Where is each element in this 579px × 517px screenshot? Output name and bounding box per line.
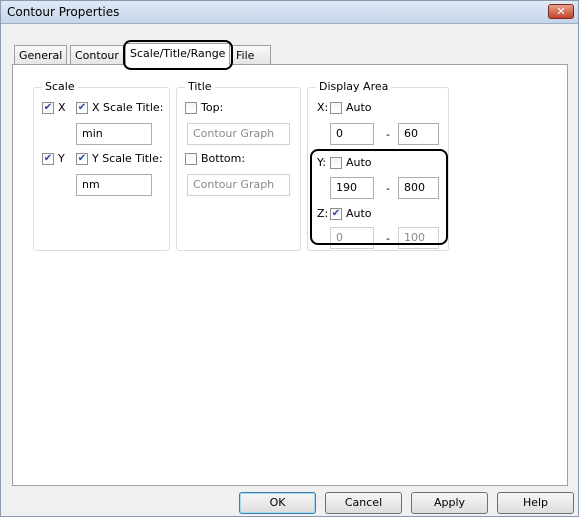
x-auto-checkbox[interactable] <box>330 102 342 114</box>
tab-scale-title-range[interactable]: Scale/Title/Range <box>125 43 230 65</box>
y-scale-title-checkbox[interactable]: ✔ <box>76 153 88 165</box>
bottom-title-label: Bottom: <box>201 152 246 165</box>
close-button[interactable]: ✕ <box>548 4 574 19</box>
scale-group: Scale ✔ X ✔ X Scale Title: min ✔ Y ✔ Y S… <box>33 80 170 251</box>
x-scale-title-checkbox[interactable]: ✔ <box>76 102 88 114</box>
y-scale-title-label: Y Scale Title: <box>92 152 163 165</box>
y-max-input[interactable]: 800 <box>398 177 439 199</box>
x-scale-title-label: X Scale Title: <box>92 101 164 114</box>
z-auto-label: Auto <box>346 207 372 220</box>
title-bar: Contour Properties ✕ <box>1 1 578 24</box>
tab-general[interactable]: General <box>14 45 68 65</box>
y-checkbox[interactable]: ✔ <box>42 153 54 165</box>
scale-group-label: Scale <box>42 80 78 93</box>
help-button[interactable]: Help <box>497 492 574 514</box>
z-range-dash: - <box>386 232 390 245</box>
cancel-button[interactable]: Cancel <box>325 492 402 514</box>
tab-contour[interactable]: Contour <box>70 45 124 65</box>
top-title-label: Top: <box>201 101 224 114</box>
display-area-group-label: Display Area <box>316 80 392 93</box>
top-title-input[interactable]: Contour Graph <box>187 123 290 145</box>
x-range-dash: - <box>386 128 390 141</box>
z-range-label: Z: <box>317 207 329 220</box>
x-checkbox[interactable]: ✔ <box>42 102 54 114</box>
y-min-input[interactable]: 190 <box>330 177 374 199</box>
z-min-input[interactable]: 0 <box>330 227 374 249</box>
y-auto-checkbox[interactable] <box>330 157 342 169</box>
top-title-checkbox[interactable] <box>185 102 197 114</box>
title-group-label: Title <box>185 80 215 93</box>
display-area-group: Display Area X: Auto 0 - 60 Y: Auto 190 … <box>307 80 449 251</box>
z-max-input[interactable]: 100 <box>398 227 439 249</box>
ok-button[interactable]: OK <box>239 492 316 514</box>
y-checkbox-label: Y <box>58 152 65 165</box>
title-group: Title Top: Contour Graph Bottom: Contour… <box>176 80 301 251</box>
x-checkbox-label: X <box>58 101 66 114</box>
bottom-title-input[interactable]: Contour Graph <box>187 174 290 196</box>
apply-button[interactable]: Apply <box>411 492 488 514</box>
x-range-label: X: <box>317 101 329 114</box>
y-scale-title-input[interactable]: nm <box>76 174 152 196</box>
y-range-dash: - <box>386 182 390 195</box>
tab-file[interactable]: File <box>231 45 271 65</box>
x-max-input[interactable]: 60 <box>398 123 439 145</box>
scale-title-range-panel: Scale ✔ X ✔ X Scale Title: min ✔ Y ✔ Y S… <box>12 64 568 486</box>
y-range-label: Y: <box>317 156 326 169</box>
z-auto-checkbox[interactable]: ✔ <box>330 208 342 220</box>
x-min-input[interactable]: 0 <box>330 123 374 145</box>
y-auto-label: Auto <box>346 156 372 169</box>
contour-properties-dialog: Contour Properties ✕ General Contour Sca… <box>0 0 579 517</box>
x-auto-label: Auto <box>346 101 372 114</box>
window-title: Contour Properties <box>7 5 120 19</box>
x-scale-title-input[interactable]: min <box>76 123 152 145</box>
bottom-title-checkbox[interactable] <box>185 153 197 165</box>
